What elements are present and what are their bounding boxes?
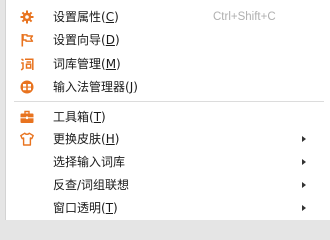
menu-item-select-dictionary[interactable]: 选择输入词库 [6,151,330,173]
submenu-arrow-icon [302,182,306,188]
menu-item-label: 反查/词组联想 [53,178,130,192]
menu-item-setup-wizard[interactable]: 设置向导(D) [6,29,330,51]
menu-item-reverse-lookup[interactable]: 反查/词组联想 [6,174,330,196]
input-method-manager-icon [20,80,34,94]
menu-item-change-skin[interactable]: 更换皮肤(H) [6,128,330,150]
menu-item-label: 词库管理(M) [53,57,121,71]
menu-item-label: 选择输入词库 [53,155,126,169]
menu-item-dictionary-manager[interactable]: 词库管理(M) [6,53,330,75]
context-menu: 设置属性(C) Ctrl+Shift+C 设置向导(D) 词库管理(M) 输入法… [5,0,330,220]
toolbox-icon [20,110,34,124]
menu-item-toolbox[interactable]: 工具箱(T) [6,106,330,128]
menu-separator [14,101,324,102]
menu-item-window-transparency[interactable]: 窗口透明(T) [6,197,330,219]
flag-icon [20,33,34,47]
gear-icon [20,10,34,24]
menu-item-input-method-manager[interactable]: 输入法管理器(J) [6,76,330,98]
submenu-arrow-icon [302,159,306,165]
dictionary-icon [20,57,34,71]
menu-item-settings[interactable]: 设置属性(C) Ctrl+Shift+C [6,6,330,28]
menu-item-label: 更换皮肤(H) [53,132,120,146]
menu-item-label: 设置向导(D) [53,33,120,47]
menu-item-label: 窗口透明(T) [53,201,118,215]
menu-item-label: 设置属性(C) [53,10,119,24]
submenu-arrow-icon [302,205,306,211]
menu-item-label: 输入法管理器(J) [53,80,138,94]
shortcut-hint: Ctrl+Shift+C [213,11,276,23]
submenu-arrow-icon [302,136,306,142]
menu-item-label: 工具箱(T) [53,110,106,124]
shirt-icon [20,132,34,146]
